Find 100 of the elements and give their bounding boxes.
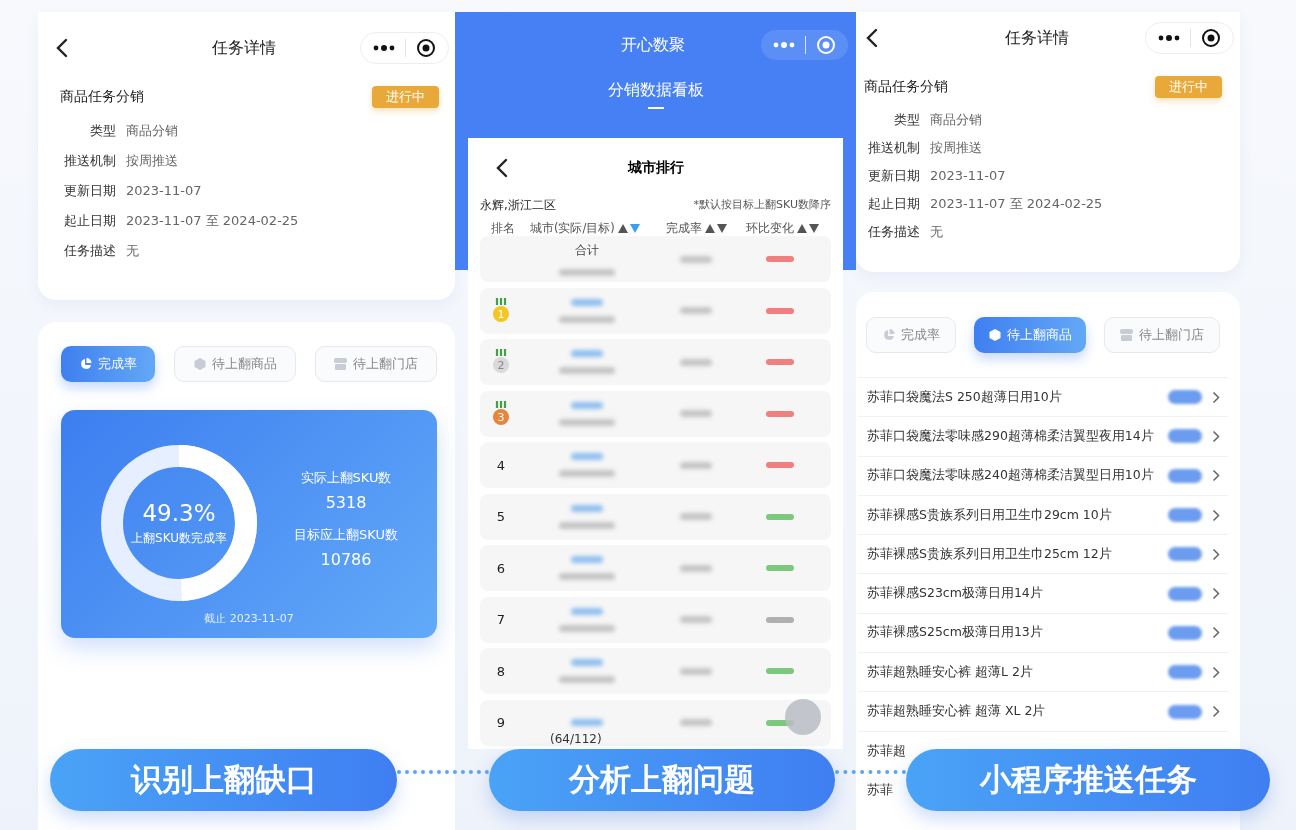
- product-name: 苏菲超熟睡安心裤 超薄L 2片: [867, 663, 1034, 681]
- product-name: 苏菲裸感S贵族系列日用卫生巾25cm 12片: [867, 545, 1113, 563]
- tab[interactable]: 完成率: [866, 317, 956, 353]
- close-target-icon[interactable]: [416, 38, 436, 58]
- capsule-menu[interactable]: [360, 32, 449, 64]
- blurred-count: [559, 676, 615, 683]
- field-label: 起止日期: [63, 212, 116, 230]
- blurred-count: [1168, 586, 1202, 601]
- product-row[interactable]: 苏菲裸感S贵族系列日用卫生巾29cm 10片: [858, 495, 1228, 536]
- completion-percent: 49.3%: [142, 499, 216, 526]
- blurred-city: [571, 350, 603, 357]
- blurred-rate: [680, 410, 712, 417]
- blurred-count: [1168, 665, 1202, 680]
- blurred-rate: [680, 513, 712, 520]
- chevron-right-icon: [1212, 508, 1220, 522]
- task-name: 商品任务分销: [60, 88, 144, 106]
- tab[interactable]: 待上翻门店: [1104, 317, 1220, 353]
- blurred-count: [559, 367, 615, 374]
- column-header[interactable]: 环比变化: [746, 220, 794, 236]
- ranking-row[interactable]: 9 (64/112): [480, 699, 831, 746]
- store-icon: [334, 358, 347, 370]
- stat-label: 实际上翻SKU数: [300, 469, 392, 487]
- product-row[interactable]: 苏菲口袋魔法零味感240超薄棉柔洁翼型日用10片: [858, 456, 1228, 496]
- blurred-count: [559, 521, 615, 529]
- product-name[interactable]: 苏菲: [867, 782, 904, 800]
- blurred-rate: [680, 307, 712, 314]
- blurred-count: [1168, 547, 1202, 562]
- back-icon[interactable]: [496, 158, 508, 178]
- blurred-rate: [680, 358, 712, 366]
- blurred-city: [571, 607, 603, 615]
- product-row[interactable]: 苏菲口袋魔法S 250超薄日用10片: [858, 378, 1228, 418]
- cube-icon: [988, 329, 1001, 341]
- more-icon[interactable]: [373, 45, 395, 51]
- page-tab[interactable]: 分销数据看板: [607, 80, 704, 101]
- column-header: 排名: [491, 220, 515, 236]
- sort-icon[interactable]: [797, 223, 819, 233]
- field-value: 商品分销: [930, 111, 982, 129]
- back-icon[interactable]: [56, 38, 68, 58]
- field-label: 类型: [89, 122, 116, 140]
- blurred-count: [1168, 468, 1202, 483]
- blurred-count: [559, 315, 615, 323]
- field-label: 起止日期: [867, 195, 920, 213]
- status-badge: 进行中: [372, 86, 439, 108]
- capsule-menu[interactable]: [1145, 22, 1234, 54]
- field-value: 2023-11-07 至 2024-02-25: [126, 212, 299, 230]
- product-name[interactable]: 苏菲超: [867, 742, 906, 760]
- close-target-icon[interactable]: [1201, 28, 1221, 48]
- field-label: 推送机制: [63, 152, 116, 170]
- blurred-count: [559, 470, 615, 477]
- rank-number: 9: [495, 715, 507, 730]
- tab[interactable]: 待上翻商品: [174, 346, 296, 382]
- blurred-rate: [680, 255, 712, 263]
- store-icon: [1120, 329, 1133, 341]
- chevron-right-icon: [1212, 429, 1220, 443]
- feature-banner: 分析上翻问题: [489, 749, 835, 811]
- field-value: 2023-11-07 至 2024-02-25: [930, 195, 1103, 213]
- field-value: 无: [126, 242, 139, 260]
- product-name: 苏菲裸感S23cm极薄日用14片: [867, 585, 1044, 603]
- sort-icon[interactable]: [705, 223, 727, 233]
- ranking-row[interactable]: 6: [480, 545, 831, 591]
- total-label: 合计: [575, 242, 599, 259]
- sort-icon[interactable]: [617, 223, 640, 233]
- rank-number: 7: [495, 612, 507, 627]
- chevron-right-icon: [1212, 469, 1220, 483]
- chevron-right-icon: [1212, 547, 1220, 561]
- blurred-count: [1168, 390, 1202, 405]
- column-header[interactable]: 完成率: [666, 220, 702, 236]
- product-name: 苏菲口袋魔法零味感240超薄棉柔洁翼型日用10片: [867, 467, 1155, 485]
- product-row[interactable]: 苏菲超熟睡安心裤 超薄 XL 2片: [858, 692, 1228, 732]
- page-title: 任务详情: [211, 37, 277, 59]
- product-row[interactable]: 苏菲裸感S贵族系列日用卫生巾25cm 12片: [858, 535, 1228, 575]
- blurred-rate: [680, 719, 712, 726]
- back-icon[interactable]: [866, 28, 878, 48]
- task-name: 商品任务分销: [864, 78, 948, 96]
- blurred-city: [571, 556, 603, 563]
- feature-banner: 识别上翻缺口: [50, 749, 397, 811]
- field-value: 2023-11-07: [930, 167, 1006, 185]
- field-label: 类型: [893, 111, 920, 129]
- count-fraction: (64/112): [550, 731, 602, 746]
- blurred-count: [559, 573, 615, 580]
- product-row[interactable]: 苏菲口袋魔法零味感290超薄棉柔洁翼型夜用14片: [858, 417, 1228, 457]
- product-row[interactable]: 苏菲裸感S23cm极薄日用14片: [858, 574, 1228, 614]
- product-name: 苏菲超熟睡安心裤 超薄 XL 2片: [867, 703, 1047, 720]
- completion-caption: 上翻SKU数完成率: [131, 529, 227, 547]
- product-name: 苏菲口袋魔法零味感290超薄棉柔洁翼型夜用14片: [867, 427, 1155, 445]
- tab[interactable]: 待上翻门店: [315, 346, 437, 382]
- column-header[interactable]: 城市(实际/目标): [530, 220, 615, 236]
- ranking-row[interactable]: 7: [480, 596, 831, 643]
- product-row[interactable]: 苏菲超熟睡安心裤 超薄L 2片: [858, 653, 1228, 693]
- more-icon[interactable]: [1158, 35, 1180, 41]
- stat-value: 5318: [325, 493, 367, 512]
- chevron-right-icon: [1212, 665, 1220, 679]
- feature-banner: 小程序推送任务: [906, 749, 1270, 811]
- product-row[interactable]: 苏菲裸感S25cm极薄日用13片: [858, 613, 1228, 654]
- cube-icon: [193, 358, 206, 370]
- ranking-row[interactable]: 合计: [480, 236, 831, 282]
- ranking-row[interactable]: 5: [480, 493, 831, 540]
- stat-label: 目标应上翻SKU数: [294, 526, 398, 544]
- ranking-row[interactable]: 4: [480, 442, 831, 488]
- ranking-row[interactable]: 8: [480, 648, 831, 694]
